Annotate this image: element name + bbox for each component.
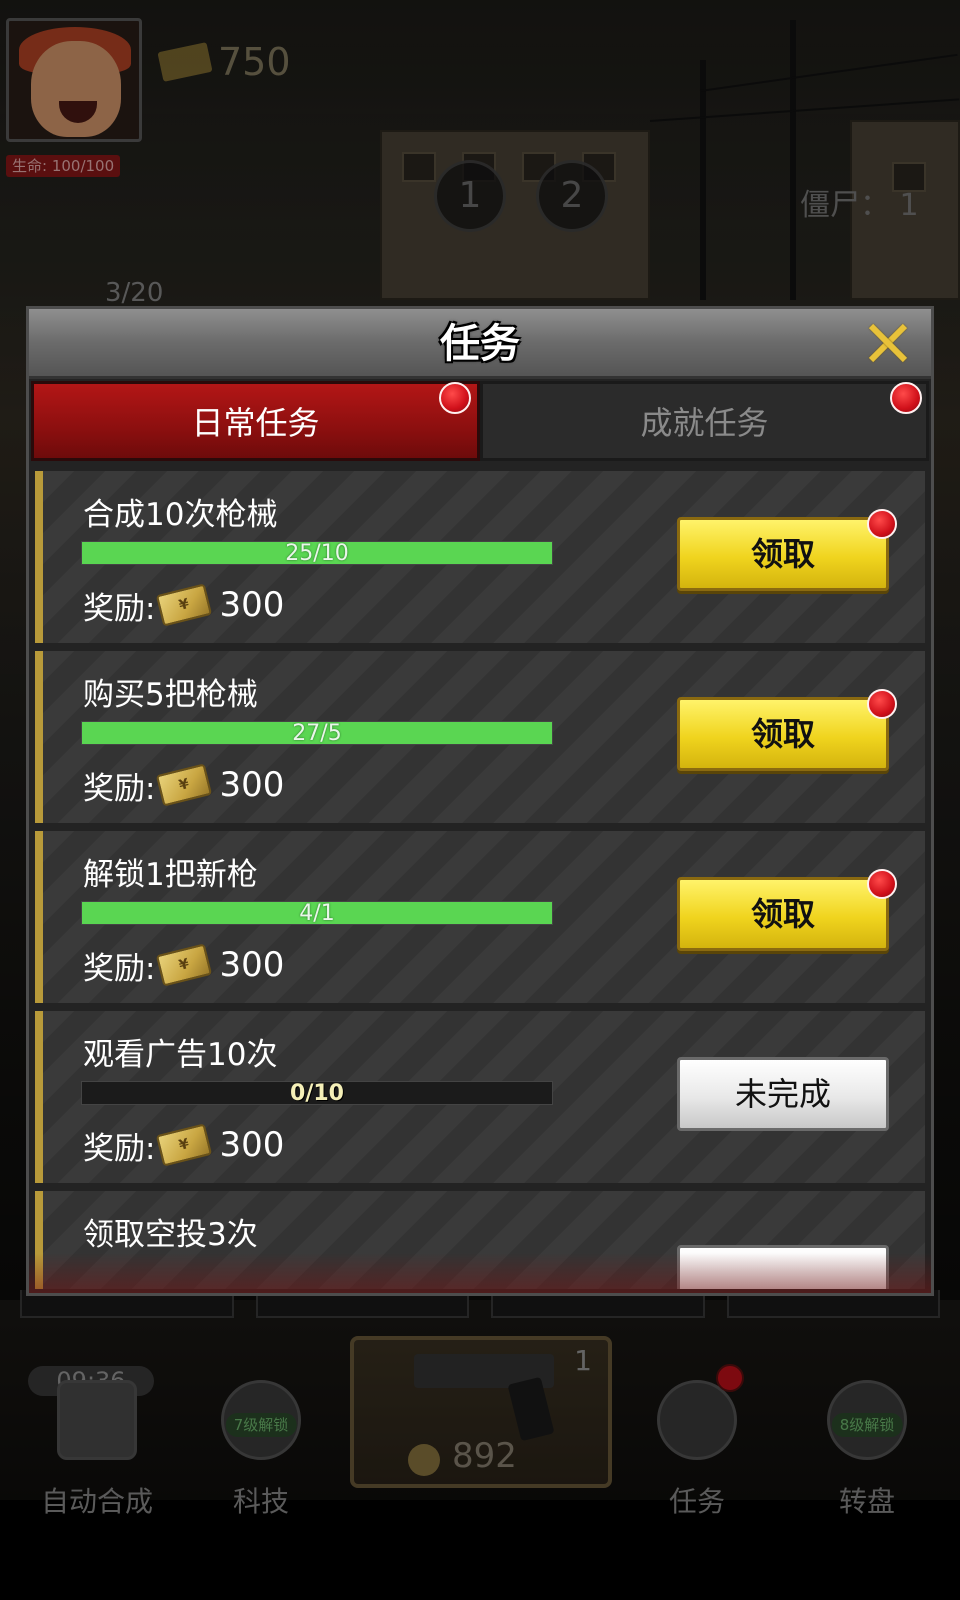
reward-amount: 300 [219, 585, 285, 625]
task-name: 解锁1把新枪 [83, 857, 258, 893]
dialog-header: 任务 [29, 309, 931, 379]
task-progress-text: 4/1 [299, 901, 335, 926]
ticket-icon: ¥ [156, 763, 213, 807]
task-dialog: 任务 日常任务 成就任务 合成10次枪械 25/10 奖励: ¥ 300 领取 [26, 306, 934, 1296]
reward-amount: 300 [219, 765, 285, 805]
tab-achievement[interactable]: 成就任务 [480, 381, 929, 461]
task-progress-text: 25/10 [285, 541, 349, 566]
dialog-title: 任务 [440, 321, 520, 367]
tab-daily-label: 日常任务 [191, 404, 320, 442]
ticket-icon: ¥ [156, 583, 213, 627]
task-reward: 奖励: ¥ 300 [83, 761, 284, 809]
ticket-icon: ¥ [156, 1123, 213, 1167]
reward-label: 奖励: [83, 770, 156, 807]
task-name: 合成10次枪械 [83, 497, 278, 533]
claim-badge [867, 509, 897, 539]
claim-button[interactable]: 领取 [677, 877, 889, 951]
task-progress-text: 0/10 [290, 1081, 344, 1106]
task-card: 解锁1把新枪 4/1 奖励: ¥ 300 领取 [35, 831, 925, 1003]
task-progress-text: 27/5 [292, 721, 342, 746]
task-progress-bar: 0/10 [81, 1081, 553, 1106]
tab-daily[interactable]: 日常任务 [31, 381, 480, 461]
task-card: 观看广告10次 0/10 奖励: ¥ 300 未完成 [35, 1011, 925, 1183]
reward-label: 奖励: [83, 590, 156, 627]
task-tabs: 日常任务 成就任务 [31, 381, 929, 461]
reward-label: 奖励: [83, 950, 156, 987]
claim-button[interactable]: 领取 [677, 697, 889, 771]
task-name: 购买5把枪械 [83, 677, 258, 713]
reward-amount: 300 [219, 1125, 285, 1165]
task-progress-bar: 25/10 [81, 541, 553, 566]
incomplete-button[interactable]: 未完成 [677, 1057, 889, 1131]
task-name: 观看广告10次 [83, 1037, 278, 1073]
tab-achievement-label: 成就任务 [640, 404, 769, 442]
task-list[interactable]: 合成10次枪械 25/10 奖励: ¥ 300 领取 购买5把枪械 27/5 奖… [35, 471, 925, 1289]
tab-achievement-badge [890, 382, 922, 414]
close-icon[interactable] [863, 319, 911, 367]
task-name: 领取空投3次 [83, 1217, 258, 1253]
claim-badge [867, 689, 897, 719]
task-card: 合成10次枪械 25/10 奖励: ¥ 300 领取 [35, 471, 925, 643]
task-reward: 奖励: ¥ 300 [83, 581, 284, 629]
reward-amount: 300 [219, 945, 285, 985]
ticket-icon: ¥ [156, 943, 213, 987]
task-progress-bar: 4/1 [81, 901, 553, 926]
task-card: 购买5把枪械 27/5 奖励: ¥ 300 领取 [35, 651, 925, 823]
claim-button[interactable]: 领取 [677, 517, 889, 591]
task-reward: 奖励: ¥ 300 [83, 1121, 284, 1169]
reward-label: 奖励: [83, 1130, 156, 1167]
task-progress-bar: 27/5 [81, 721, 553, 746]
tab-daily-badge [439, 382, 471, 414]
task-reward: 奖励: ¥ 300 [83, 941, 284, 989]
claim-badge [867, 869, 897, 899]
